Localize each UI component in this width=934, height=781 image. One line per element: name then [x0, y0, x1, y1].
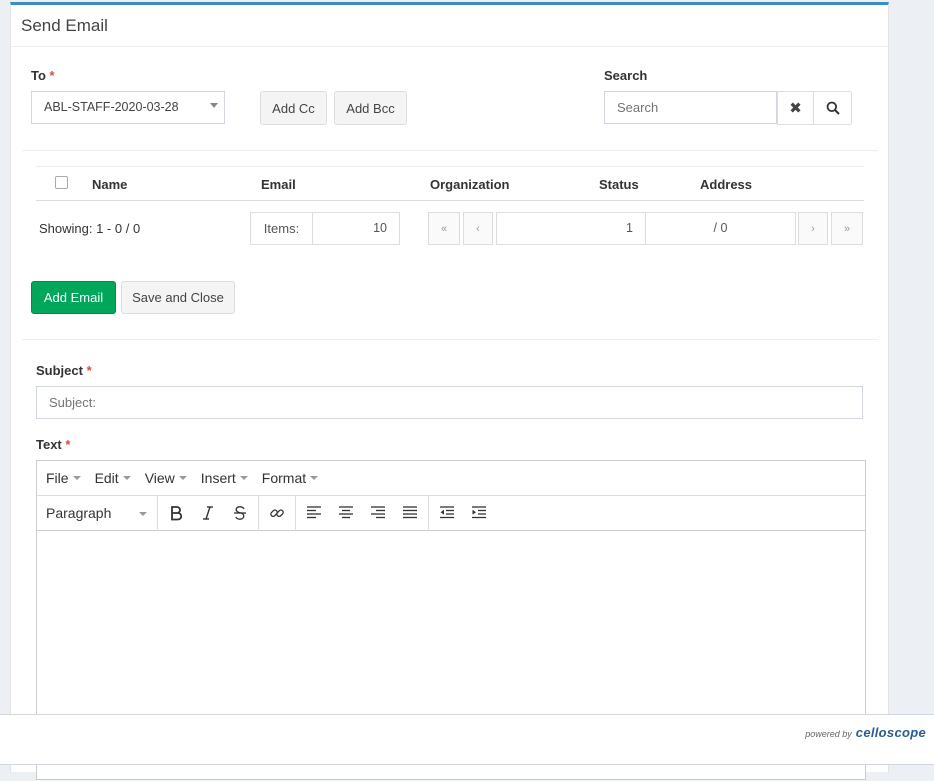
caret-down-icon: [310, 476, 319, 480]
column-header-organization[interactable]: Organization: [430, 177, 509, 192]
add-email-button[interactable]: Add Email: [31, 281, 116, 314]
search-icon: [826, 101, 840, 115]
clear-search-button[interactable]: ✖: [777, 91, 814, 125]
indent-group: [429, 496, 497, 531]
subject-label: Subject *: [36, 363, 92, 378]
column-header-email[interactable]: Email: [261, 177, 296, 192]
to-select[interactable]: ABL-STAFF-2020-03-28: [31, 91, 225, 124]
indent-icon: [472, 506, 486, 519]
first-page-button[interactable]: «: [428, 212, 460, 245]
close-icon: ✖: [789, 100, 802, 117]
search-input[interactable]: [604, 91, 777, 124]
celloscope-logo: celloscope: [855, 725, 926, 740]
align-left-icon: [307, 506, 321, 519]
italic-icon: [203, 506, 213, 520]
divider: [22, 150, 878, 151]
insert-link-button[interactable]: [261, 498, 293, 528]
column-header-status[interactable]: Status: [599, 177, 639, 192]
italic-button[interactable]: [192, 498, 224, 528]
search-label: Search: [604, 68, 648, 83]
caret-down-icon: [139, 511, 147, 516]
showing-count: Showing: 1 - 0 / 0: [39, 221, 141, 236]
page-number-input[interactable]: 1: [496, 212, 646, 245]
last-page-button[interactable]: »: [831, 212, 863, 245]
items-per-page-input[interactable]: 10: [312, 212, 400, 245]
align-center-button[interactable]: [330, 498, 362, 528]
bold-icon: [171, 506, 183, 521]
editor-menubar: File Edit View Insert Format: [37, 461, 865, 496]
caret-down-icon: [72, 476, 81, 480]
column-header-address[interactable]: Address: [700, 177, 752, 192]
powered-by-brand: powered by celloscope: [805, 725, 926, 740]
select-all-checkbox[interactable]: [55, 176, 68, 189]
text-label: Text *: [36, 437, 71, 452]
align-justify-button[interactable]: [394, 498, 426, 528]
items-label: Items:: [250, 212, 313, 245]
menu-view[interactable]: View: [145, 470, 187, 486]
indent-button[interactable]: [463, 498, 495, 528]
menu-file[interactable]: File: [46, 470, 81, 486]
subject-input[interactable]: [36, 386, 863, 419]
alignment-group: [296, 495, 429, 531]
page-total: / 0: [645, 212, 796, 245]
strikethrough-button[interactable]: [224, 498, 256, 528]
divider: [22, 339, 878, 340]
chevron-down-icon: [210, 103, 218, 108]
align-center-icon: [339, 506, 353, 519]
text-style-group: [158, 495, 259, 531]
caret-down-icon: [239, 476, 248, 480]
link-group: [259, 495, 296, 531]
add-cc-button[interactable]: Add Cc: [260, 91, 327, 125]
block-format-select[interactable]: Paragraph: [37, 495, 158, 531]
align-justify-icon: [403, 506, 417, 519]
table-header-border: [36, 200, 864, 201]
bold-button[interactable]: [160, 498, 192, 528]
outdent-icon: [440, 506, 454, 519]
outdent-button[interactable]: [431, 498, 463, 528]
to-label: To *: [31, 68, 55, 83]
align-right-icon: [371, 506, 385, 519]
link-icon: [270, 509, 284, 518]
column-header-name[interactable]: Name: [92, 177, 127, 192]
menu-format[interactable]: Format: [262, 470, 319, 486]
save-and-close-button[interactable]: Save and Close: [121, 281, 235, 314]
strikethrough-icon: [234, 506, 246, 520]
menu-edit[interactable]: Edit: [95, 470, 131, 486]
caret-down-icon: [178, 476, 187, 480]
prev-page-button[interactable]: ‹: [463, 212, 493, 245]
menu-insert[interactable]: Insert: [201, 470, 248, 486]
editor-toolbar: Paragraph: [37, 495, 865, 531]
add-bcc-button[interactable]: Add Bcc: [334, 91, 407, 125]
next-page-button[interactable]: ›: [798, 212, 828, 245]
caret-down-icon: [122, 476, 131, 480]
search-button[interactable]: [813, 91, 852, 125]
panel-title: Send Email: [11, 5, 888, 47]
align-left-button[interactable]: [298, 498, 330, 528]
table-top-border: [36, 166, 864, 167]
page-footer: powered by celloscope: [0, 714, 934, 765]
align-right-button[interactable]: [362, 498, 394, 528]
